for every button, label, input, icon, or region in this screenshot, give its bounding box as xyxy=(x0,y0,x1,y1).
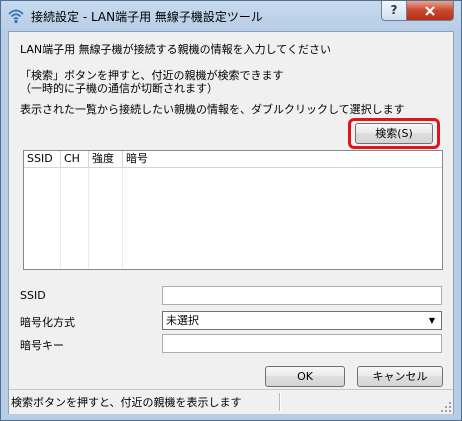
encryption-label: 暗号化方式 xyxy=(20,316,75,329)
resize-grip-icon[interactable] xyxy=(441,402,451,412)
status-divider xyxy=(279,393,280,411)
encryption-select[interactable]: 未選択 ▼ xyxy=(162,311,442,330)
ok-button[interactable]: OK xyxy=(265,366,345,387)
list-body[interactable] xyxy=(24,168,442,269)
status-bar: 検索ボタンを押すと、付近の親機を表示します xyxy=(9,389,453,414)
title-bar[interactable]: 接続設定 - LAN端子用 無線子機設定ツール ? xyxy=(1,1,461,31)
column-header-ssid[interactable]: SSID xyxy=(24,151,61,167)
instruction-line-4: 表示された一覧から接続したい親機の情報を、ダブルクリックして選択します xyxy=(20,103,405,116)
list-header: SSID CH 強度 暗号 xyxy=(24,151,442,168)
network-list[interactable]: SSID CH 強度 暗号 xyxy=(23,150,443,270)
encryption-selected-value: 未選択 xyxy=(166,314,199,327)
instruction-line-1: LAN端子用 無線子機が接続する親機の情報を入力してください xyxy=(20,43,331,56)
status-text: 検索ボタンを押すと、付近の親機を表示します xyxy=(11,396,242,409)
column-divider xyxy=(122,168,123,269)
ssid-label: SSID xyxy=(20,289,46,302)
column-header-strength[interactable]: 強度 xyxy=(89,151,123,167)
dialog-client: LAN端子用 無線子機が接続する親機の情報を入力してください 「検索」ボタンを押… xyxy=(8,31,454,414)
column-divider xyxy=(60,168,61,269)
key-label: 暗号キー xyxy=(20,339,64,352)
ssid-input[interactable] xyxy=(162,286,442,305)
wifi-icon xyxy=(8,9,24,24)
close-icon xyxy=(425,6,435,16)
dialog-window: 接続設定 - LAN端子用 無線子機設定ツール ? LAN端子用 無線子機が接続… xyxy=(0,0,462,421)
window-title: 接続設定 - LAN端子用 無線子機設定ツール xyxy=(31,10,263,24)
close-button[interactable] xyxy=(406,1,454,21)
cancel-button[interactable]: キャンセル xyxy=(357,366,443,387)
key-input[interactable] xyxy=(162,334,442,353)
dropdown-arrow-icon[interactable]: ▼ xyxy=(424,313,440,329)
help-button[interactable]: ? xyxy=(381,1,407,21)
column-divider xyxy=(88,168,89,269)
column-header-encryption[interactable]: 暗号 xyxy=(123,151,442,167)
search-button-highlight xyxy=(348,118,440,149)
column-header-ch[interactable]: CH xyxy=(61,151,89,167)
instruction-line-3: （一時的に子機の通信が切断されます） xyxy=(20,82,218,95)
